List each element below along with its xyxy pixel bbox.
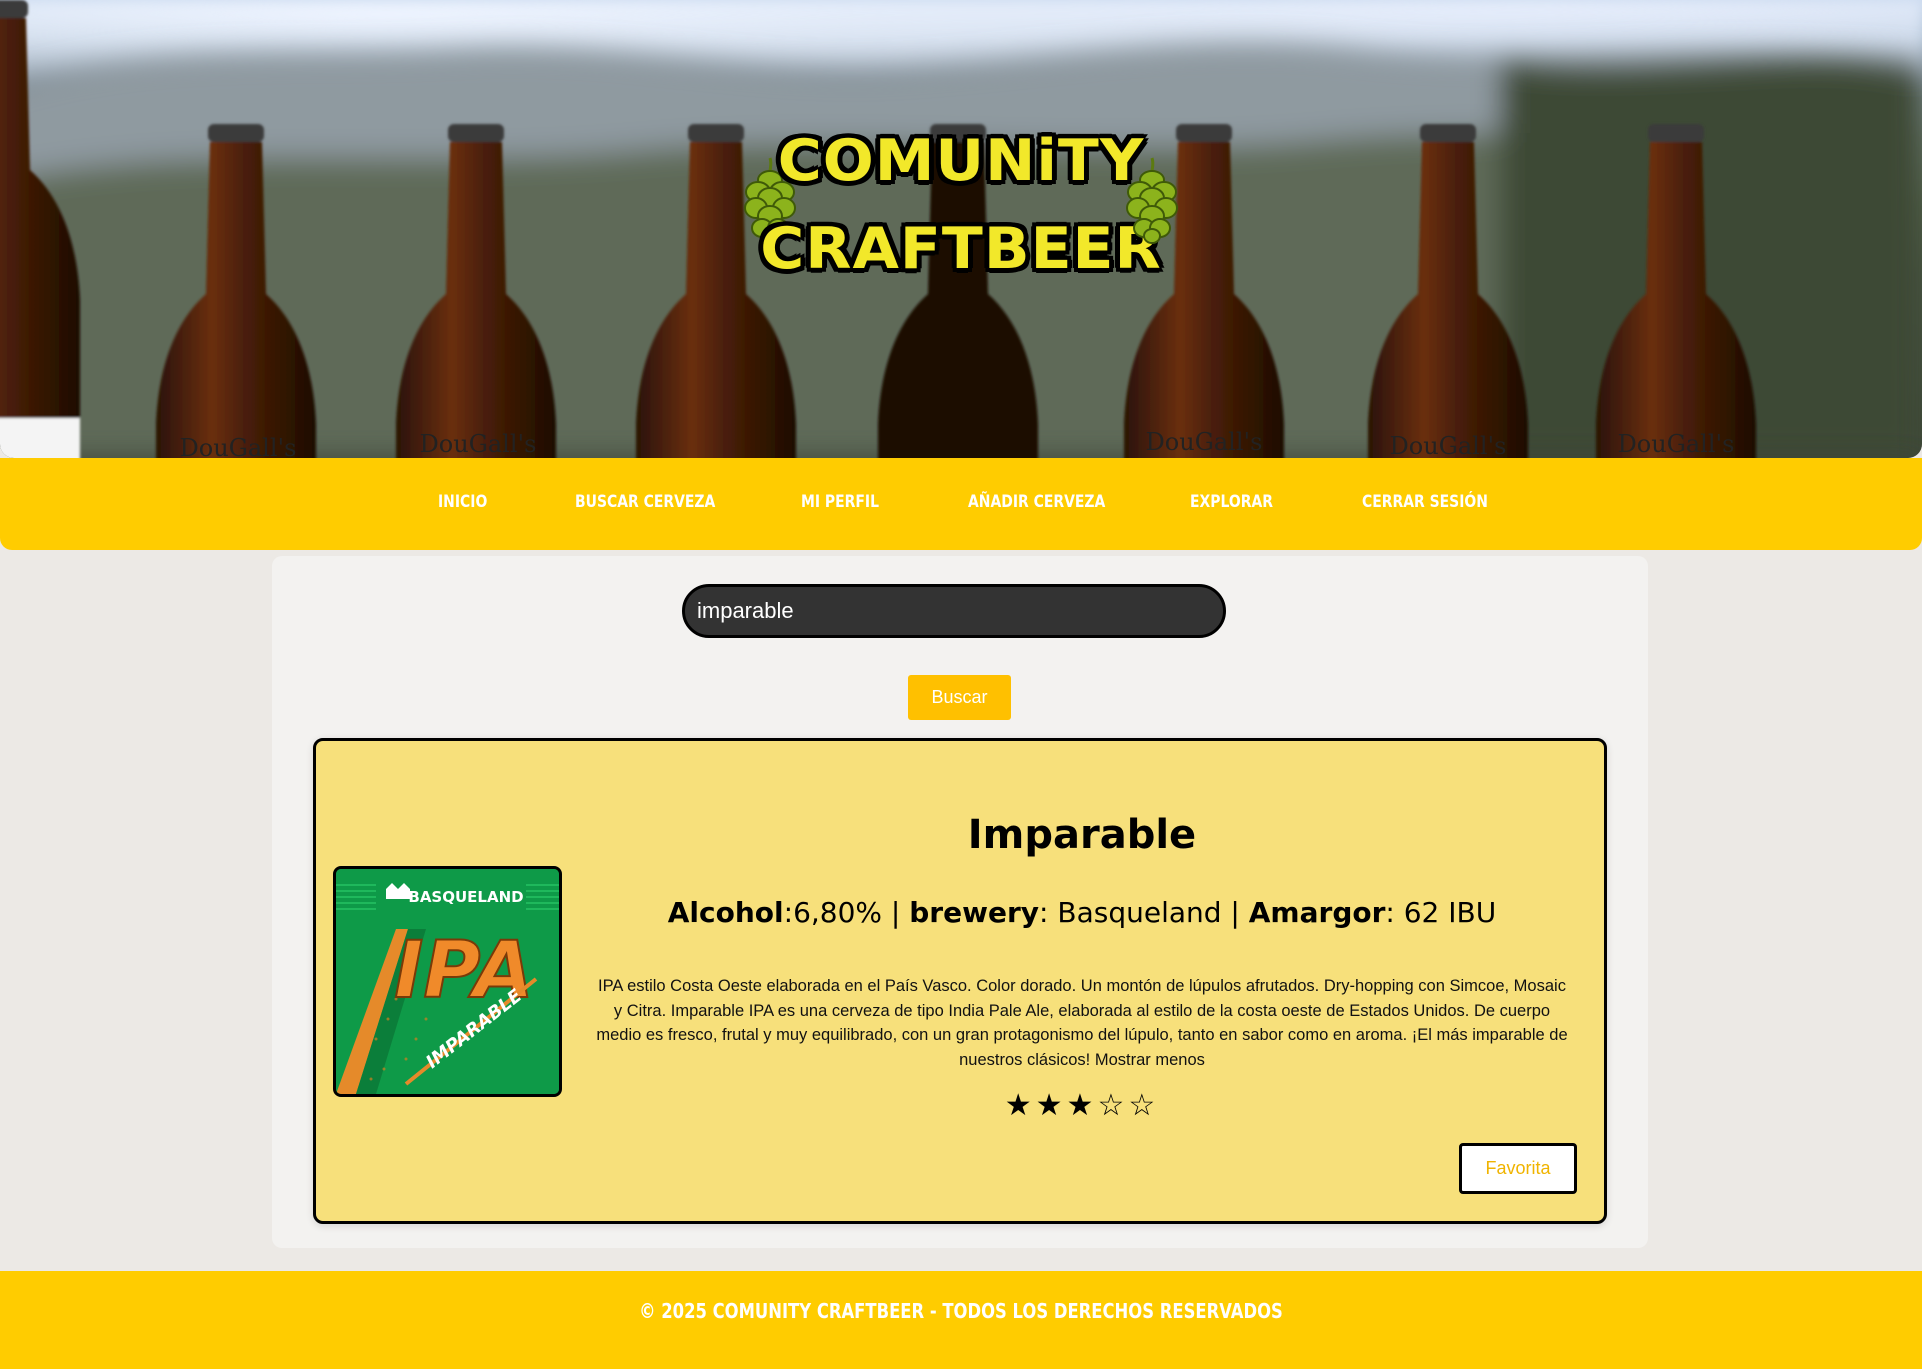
bottle-label-1: DouGall's — [180, 434, 297, 458]
beer-image-brand: BASQUELAND — [408, 888, 523, 906]
star-2-icon[interactable]: ★ — [1036, 1088, 1067, 1123]
bottle-label-5: DouGall's — [1618, 430, 1735, 458]
nav-item-cerrar-sesion[interactable]: CERRAR SESIÓN — [1362, 492, 1488, 512]
beer-label-artwork: BASQUELAND IPA IMPARABLE — [336, 869, 559, 1094]
beer-title: Imparable — [967, 812, 1197, 858]
footer-copyright: © 2025 COMUNITY CRAFTBEER - TODOS LOS DE… — [639, 1299, 1283, 1323]
nav-item-inicio[interactable]: INICIO — [438, 492, 487, 512]
meta-separator: | — [882, 896, 910, 929]
nav-item-buscar-cerveza[interactable]: BUSCAR CERVEZA — [575, 492, 715, 512]
nav-item-anadir-cerveza[interactable]: AÑADIR CERVEZA — [968, 492, 1105, 512]
logo-line-1: COMUNiTY — [777, 127, 1145, 195]
main-nav: INICIO BUSCAR CERVEZA MI PERFIL AÑADIR C… — [0, 458, 1922, 550]
hop-icon — [1126, 157, 1178, 244]
beer-description: IPA estilo Costa Oeste elaborada en el P… — [596, 974, 1568, 1072]
bottle-label-3: DouGall's — [1146, 428, 1263, 456]
beer-description-text: IPA estilo Costa Oeste elaborada en el P… — [596, 977, 1568, 1069]
beer-image: BASQUELAND IPA IMPARABLE — [333, 866, 562, 1097]
amargor-value: : 62 IBU — [1385, 896, 1497, 929]
star-5-icon[interactable]: ☆ — [1128, 1088, 1159, 1123]
logo-line-2: CRAFTBEER — [760, 215, 1162, 283]
star-4-icon[interactable]: ☆ — [1097, 1088, 1128, 1123]
favorite-button[interactable]: Favorita — [1459, 1143, 1577, 1194]
beer-meta: Alcohol:6,80% | brewery: Basqueland | Am… — [600, 896, 1564, 929]
site-logo[interactable]: COMUNiTY CRAFTBEER — [740, 120, 1182, 290]
nav-item-mi-perfil[interactable]: MI PERFIL — [801, 492, 879, 512]
amargor-label: Amargor — [1248, 896, 1386, 929]
alcohol-label: Alcohol — [667, 896, 784, 929]
bottle-label-2: DouGall's — [420, 430, 537, 458]
meta-separator: | — [1221, 896, 1249, 929]
hero-banner: DouGall's DouGall's DouGall's DouGall's … — [0, 0, 1922, 458]
footer: © 2025 COMUNITY CRAFTBEER - TODOS LOS DE… — [0, 1271, 1922, 1369]
brewery-label: brewery — [909, 896, 1040, 929]
brewery-value: : Basqueland — [1039, 896, 1222, 929]
rating-stars: ★★★☆☆ — [600, 1088, 1564, 1123]
search-input[interactable] — [682, 584, 1226, 638]
search-button[interactable]: Buscar — [908, 675, 1011, 720]
alcohol-value: :6,80% — [783, 896, 883, 929]
star-3-icon[interactable]: ★ — [1067, 1088, 1098, 1123]
bottle-label-4: DouGall's — [1390, 432, 1507, 458]
star-1-icon[interactable]: ★ — [1005, 1088, 1036, 1123]
show-less-link[interactable]: Mostrar menos — [1095, 1051, 1205, 1069]
nav-item-explorar[interactable]: EXPLORAR — [1190, 492, 1273, 512]
